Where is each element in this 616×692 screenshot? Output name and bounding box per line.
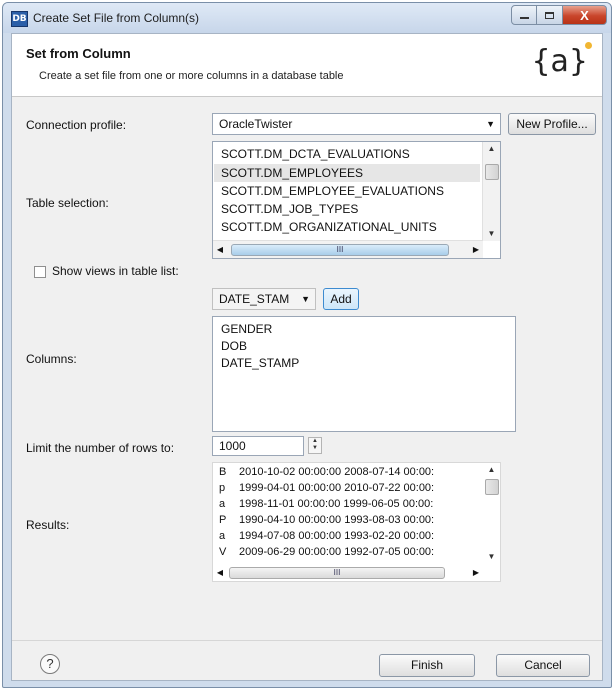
table-item[interactable]: SCOTT.DM_ORGANIZATIONAL_UNITS xyxy=(221,220,437,234)
result-row: a 1998-11-01 00:00:00 1999-06-05 00:00: xyxy=(219,498,434,510)
scroll-left-arrow-icon[interactable]: ◀ xyxy=(213,564,227,581)
dialog-window: DB Create Set File from Column(s) X Set … xyxy=(2,2,612,688)
result-row: a 1994-07-08 00:00:00 1993-02-20 00:00: xyxy=(219,530,435,542)
table-list-horizontal-scrollbar[interactable]: ◀ III ▶ xyxy=(213,240,483,258)
show-views-label: Show views in table list: xyxy=(52,264,179,278)
scroll-up-arrow-icon[interactable]: ▲ xyxy=(483,463,500,477)
results-label: Results: xyxy=(26,518,70,532)
dialog-content: Set from Column Create a set file from o… xyxy=(11,33,603,681)
column-item[interactable]: DOB xyxy=(221,339,247,353)
table-item-selected[interactable]: SCOTT.DM_EMPLOYEES xyxy=(214,164,480,182)
result-row: B 2010-10-02 00:00:00 2008-07-14 00:00: xyxy=(219,466,435,478)
wizard-header: Set from Column Create a set file from o… xyxy=(12,34,602,97)
set-logo-icon: {a} xyxy=(531,42,592,79)
results-horizontal-scrollbar[interactable]: ◀ III ▶ xyxy=(213,564,483,581)
table-list-vertical-scrollbar[interactable]: ▲ ▼ xyxy=(482,142,500,241)
window-controls: X xyxy=(511,5,607,25)
scroll-right-arrow-icon[interactable]: ▶ xyxy=(469,564,483,581)
result-row: p 1999-04-01 00:00:00 2010-07-22 00:00: xyxy=(219,482,435,494)
column-select-value: DATE_STAM xyxy=(219,292,290,306)
close-button[interactable]: X xyxy=(563,5,607,25)
table-selection-label: Table selection: xyxy=(26,196,109,210)
limit-rows-spinner[interactable]: ▲ ▼ xyxy=(308,437,322,454)
page-title: Set from Column xyxy=(26,46,131,61)
close-icon: X xyxy=(580,7,589,23)
table-list[interactable]: SCOTT.DM_DCTA_EVALUATIONS SCOTT.DM_EMPLO… xyxy=(212,141,501,259)
columns-list[interactable]: GENDER DOB DATE_STAMP xyxy=(212,316,516,432)
horizontal-scroll-thumb[interactable]: III xyxy=(231,244,449,256)
window-title: Create Set File from Column(s) xyxy=(33,11,200,25)
connection-profile-value: OracleTwister xyxy=(219,117,293,131)
scroll-up-arrow-icon[interactable]: ▲ xyxy=(483,142,500,156)
show-views-checkbox[interactable] xyxy=(34,266,46,278)
connection-profile-label: Connection profile: xyxy=(26,118,127,132)
app-icon: DB xyxy=(11,11,28,27)
columns-label: Columns: xyxy=(26,352,77,366)
scroll-left-arrow-icon[interactable]: ◀ xyxy=(213,241,227,258)
limit-rows-value: 1000 xyxy=(219,439,246,453)
logo-dot xyxy=(585,42,592,49)
scroll-thumb[interactable] xyxy=(485,164,499,180)
scroll-down-arrow-icon[interactable]: ▼ xyxy=(483,227,500,241)
new-profile-button[interactable]: New Profile... xyxy=(508,113,596,135)
dropdown-arrow-icon: ▼ xyxy=(486,119,495,129)
minimize-icon xyxy=(519,17,529,19)
table-item[interactable]: SCOTT.DM_DCTA_EVALUATIONS xyxy=(221,147,410,161)
column-item[interactable]: GENDER xyxy=(221,322,272,336)
minimize-button[interactable] xyxy=(511,5,537,25)
add-column-button[interactable]: Add xyxy=(323,288,359,310)
scroll-right-arrow-icon[interactable]: ▶ xyxy=(469,241,483,258)
finish-button[interactable]: Finish xyxy=(379,654,475,677)
column-item[interactable]: DATE_STAMP xyxy=(221,356,299,370)
horizontal-scroll-thumb[interactable]: III xyxy=(229,567,445,579)
result-row: P 1990-04-10 00:00:00 1993-08-03 00:00: xyxy=(219,514,435,526)
title-bar[interactable]: DB Create Set File from Column(s) X xyxy=(3,3,611,33)
footer-divider xyxy=(12,640,602,641)
dropdown-arrow-icon: ▼ xyxy=(301,294,310,304)
table-item[interactable]: SCOTT.DM_JOB_TYPES xyxy=(221,202,358,216)
maximize-icon xyxy=(545,11,554,19)
table-item[interactable]: SCOTT.DM_EMPLOYEE_EVALUATIONS xyxy=(221,184,444,198)
cancel-button[interactable]: Cancel xyxy=(496,654,590,677)
column-select[interactable]: DATE_STAM ▼ xyxy=(212,288,316,310)
limit-rows-input[interactable]: 1000 xyxy=(212,436,304,456)
result-row: V 2009-06-29 00:00:00 1992-07-05 00:00: xyxy=(219,546,435,558)
results-table[interactable]: B 2010-10-02 00:00:00 2008-07-14 00:00: p… xyxy=(212,462,501,582)
help-icon[interactable]: ? xyxy=(40,654,60,674)
scroll-thumb[interactable] xyxy=(485,479,499,495)
connection-profile-select[interactable]: OracleTwister ▼ xyxy=(212,113,501,135)
logo-text: {a} xyxy=(531,44,588,79)
limit-rows-label: Limit the number of rows to: xyxy=(26,441,175,455)
page-description: Create a set file from one or more colum… xyxy=(39,70,344,82)
maximize-button[interactable] xyxy=(537,5,563,25)
scroll-down-arrow-icon[interactable]: ▼ xyxy=(483,550,500,564)
results-vertical-scrollbar[interactable]: ▲ ▼ xyxy=(483,463,500,564)
